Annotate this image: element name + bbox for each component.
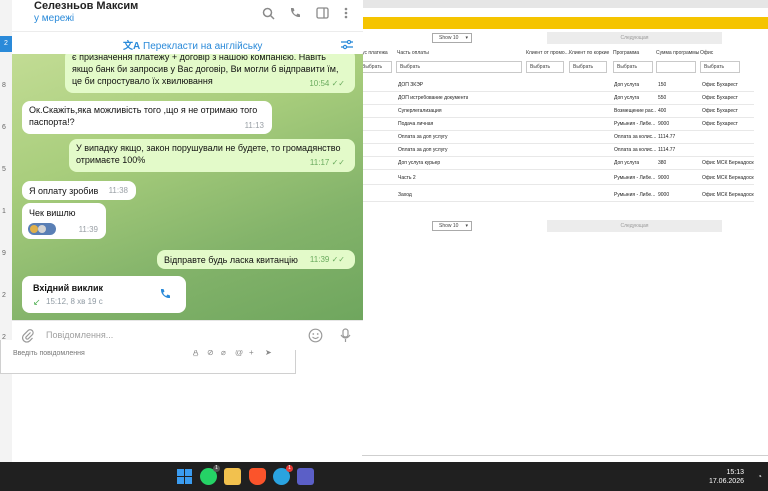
translate-bar[interactable]: 文A Перекласти на англійську <box>12 31 363 53</box>
side-number: 1 <box>2 208 6 215</box>
incoming-call-arrow-icon: ↙ <box>33 297 41 307</box>
side-number: 5 <box>2 166 6 173</box>
divider <box>362 455 768 456</box>
call-detail: 15:12, 8 хв 19 с <box>46 297 103 306</box>
translate-icon: 文A <box>123 41 141 52</box>
table-row[interactable]: Оплата за доп услугу Оплата за колис... 11… <box>362 143 754 157</box>
filter-select[interactable]: Выбрать <box>358 61 392 73</box>
col-header[interactable]: Клиент по коркие <box>569 50 609 56</box>
call-bubble[interactable]: Вхідний виклик ↙ 15:12, 8 хв 19 с <box>22 276 186 313</box>
table-row[interactable]: ДОП ЗКЭР Доп услуга 150 Офис Бухарест <box>362 78 754 92</box>
message-time: 11:38 <box>108 186 128 195</box>
table-header: ус платежа Часть оплаты Клиент от промо.… <box>362 48 754 58</box>
sidebar-toggle-icon[interactable] <box>314 5 330 21</box>
message-time: 11:39 <box>78 225 98 234</box>
col-header[interactable]: Сумма программы <box>656 50 699 56</box>
phone-icon[interactable] <box>287 5 303 21</box>
telegram-badge: 1 <box>286 465 293 472</box>
search-icon[interactable] <box>260 5 276 21</box>
next-page-button[interactable]: Следующая <box>547 32 722 44</box>
message-input-bar: Повідомлення... <box>12 320 363 350</box>
page-size-select[interactable]: Show 10 ▾ <box>432 221 472 231</box>
message-bubble-incoming[interactable]: Я оплату зробив 11:38 <box>22 181 136 200</box>
col-header[interactable]: Клиент от промо... <box>526 50 569 56</box>
double-check-icon: ✓✓ <box>331 79 345 88</box>
clock-date: 17.06.2026 <box>708 478 744 485</box>
brave-browser-icon[interactable] <box>249 468 266 485</box>
message-time: 11:39 ✓✓ <box>309 255 345 264</box>
filter-select[interactable]: Выбрать <box>526 61 564 73</box>
message-time: 10:54 ✓✓ <box>309 79 345 88</box>
pager-top: Show 10 ▾ Следующая <box>362 32 754 44</box>
col-header[interactable]: Программа <box>613 50 639 56</box>
yellow-header-bar <box>362 17 768 29</box>
message-placeholder[interactable]: Введіть повідомлення <box>13 350 85 357</box>
side-number-strip: 2 8 6 5 1 9 2 2 <box>0 0 12 350</box>
double-check-icon: ✓✓ <box>331 255 345 264</box>
attach-icon[interactable] <box>21 329 34 348</box>
table-row[interactable]: Подача личная Румыния - Либе... 9000 Офис Б… <box>362 117 754 131</box>
chat-area[interactable]: є призначення платежу + договір з нашою … <box>12 54 363 320</box>
whatsapp-badge: 1 <box>213 465 220 472</box>
call-back-icon[interactable] <box>159 288 171 303</box>
next-page-button[interactable]: Следующая <box>547 220 722 232</box>
top-gray-band <box>362 0 768 8</box>
side-number: 8 <box>2 82 6 89</box>
side-number: 9 <box>2 250 6 257</box>
table-row[interactable]: Оплата за доп услугу Оплата за колис... 11… <box>362 130 754 144</box>
message-time: 11:17 ✓✓ <box>309 158 345 167</box>
message-bubble-incoming[interactable]: Чек вишлю 11:39 <box>22 203 106 239</box>
clock-time: 15:13 <box>726 469 744 476</box>
message-time: 11:13 <box>244 121 264 130</box>
contact-status: у мережі <box>34 13 75 24</box>
microphone-icon[interactable] <box>340 328 351 348</box>
table-row[interactable]: Доп услуга курьер Доп услуга 380 Офис МСК Б… <box>362 156 754 170</box>
side-number: 2 <box>2 292 6 299</box>
message-bubble-incoming[interactable]: Ок.Скажіть,яка можливість того ,що я не … <box>22 101 272 134</box>
side-number-active[interactable]: 2 <box>0 36 12 52</box>
translate-label[interactable]: 文A Перекласти на англійську <box>123 37 262 52</box>
table-row[interactable]: Заход Румыния - Либе... 9000 Офис МСК Берна… <box>362 188 754 202</box>
filter-select[interactable]: Выбрать <box>396 61 522 73</box>
col-header[interactable]: ус платежа <box>362 50 388 56</box>
col-header[interactable]: Офис <box>700 50 713 56</box>
teams-icon[interactable] <box>297 468 314 485</box>
chat-header: Селезньов Максим у мережі <box>12 0 363 30</box>
more-icon[interactable] <box>338 5 354 21</box>
filter-input[interactable] <box>656 61 696 73</box>
contact-name[interactable]: Селезньов Максим <box>34 0 138 12</box>
telegram-icon[interactable]: 1 <box>273 465 293 485</box>
system-clock[interactable]: 15:13 17.06.2026 <box>709 468 744 486</box>
message-bubble-outgoing[interactable]: є призначення платежу + договір з нашою … <box>65 54 355 93</box>
pager-bottom: Show 10 ▾ Следующая <box>362 220 754 232</box>
side-number: 6 <box>2 124 6 131</box>
table-row[interactable]: Часть 2 Румыния - Либе... 9000 Офис МСК Бер… <box>362 171 754 185</box>
notification-icon[interactable]: ◔ <box>757 472 762 481</box>
reaction-avatars[interactable] <box>28 223 56 235</box>
table-filters: Выбрать Выбрать Выбрать Выбрать Выбрать … <box>358 61 754 75</box>
page-size-select[interactable]: Show 10 ▾ <box>432 33 472 43</box>
call-title: Вхідний виклик <box>33 283 104 293</box>
avatar <box>38 225 46 233</box>
table-row[interactable]: ДОП истребование документа Доп услуга 550 О… <box>362 91 754 105</box>
file-explorer-icon[interactable] <box>224 468 241 485</box>
message-input[interactable]: Повідомлення... <box>46 330 113 340</box>
emoji-icon[interactable] <box>308 328 323 348</box>
col-header[interactable]: Часть оплаты <box>397 50 429 56</box>
filter-select[interactable]: Выбрать <box>613 61 653 73</box>
filter-select[interactable]: Выбрать <box>700 61 740 73</box>
filter-select[interactable]: Выбрать <box>569 61 607 73</box>
taskbar: 1 1 15:13 17.06.2026 ◔ <box>0 462 768 491</box>
table-row[interactable]: Суперлегализация Возмещение рас... 400 Офис… <box>362 104 754 118</box>
double-check-icon: ✓✓ <box>331 158 345 167</box>
translate-settings-icon[interactable] <box>341 37 353 55</box>
whatsapp-icon[interactable]: 1 <box>200 465 220 485</box>
message-bubble-outgoing[interactable]: У випадку якщо, закон порушували не буде… <box>69 139 355 172</box>
windows-start-icon[interactable] <box>176 468 193 485</box>
avatar <box>30 225 38 233</box>
message-bubble-outgoing[interactable]: Відправте будь ласка квитанцію 11:39 ✓✓ <box>157 250 355 269</box>
